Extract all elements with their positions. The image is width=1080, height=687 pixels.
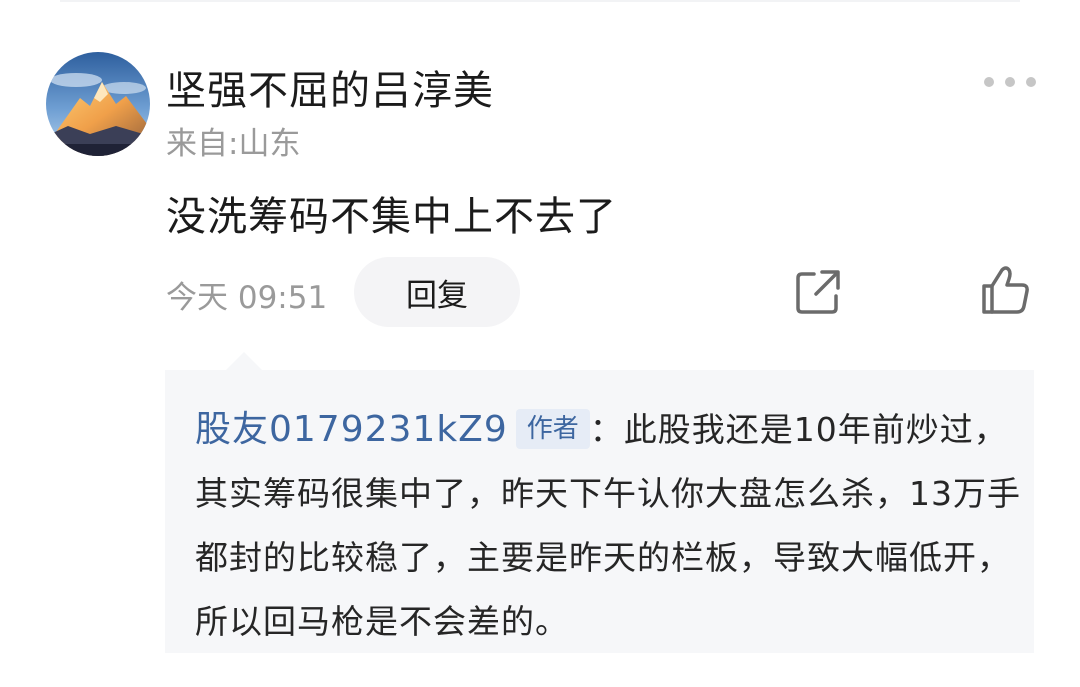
comment-timestamp: 今天 09:51: [166, 280, 328, 316]
username[interactable]: 坚强不屈的吕淳美: [166, 58, 494, 116]
quoted-reply[interactable]: 股友0179231kZ9 作者 ：此股我还是10年前炒过，其实筹码很集中了，昨天下午…: [165, 370, 1034, 653]
location-label: 来自:山东: [166, 126, 301, 162]
quoted-reply-content: 股友0179231kZ9 作者 ：此股我还是10年前炒过，其实筹码很集中了，昨天下午…: [195, 398, 1025, 654]
top-divider: [60, 0, 1020, 2]
mountain-avatar-image: [46, 52, 150, 156]
comment-text: 没洗筹码不集中上不去了: [166, 194, 617, 240]
avatar[interactable]: [46, 52, 150, 156]
reply-button[interactable]: 回复: [354, 257, 520, 327]
quote-author-name[interactable]: 股友0179231kZ9: [195, 409, 508, 450]
share-icon[interactable]: [790, 264, 846, 320]
author-badge: 作者: [515, 409, 590, 449]
dot: [1026, 77, 1036, 87]
quote-separator: ：: [589, 410, 624, 449]
quote-pointer: [226, 352, 262, 370]
dot: [984, 77, 994, 87]
more-dots-icon[interactable]: [984, 70, 1036, 94]
thumbs-up-icon[interactable]: [976, 262, 1034, 320]
dot: [1005, 77, 1015, 87]
